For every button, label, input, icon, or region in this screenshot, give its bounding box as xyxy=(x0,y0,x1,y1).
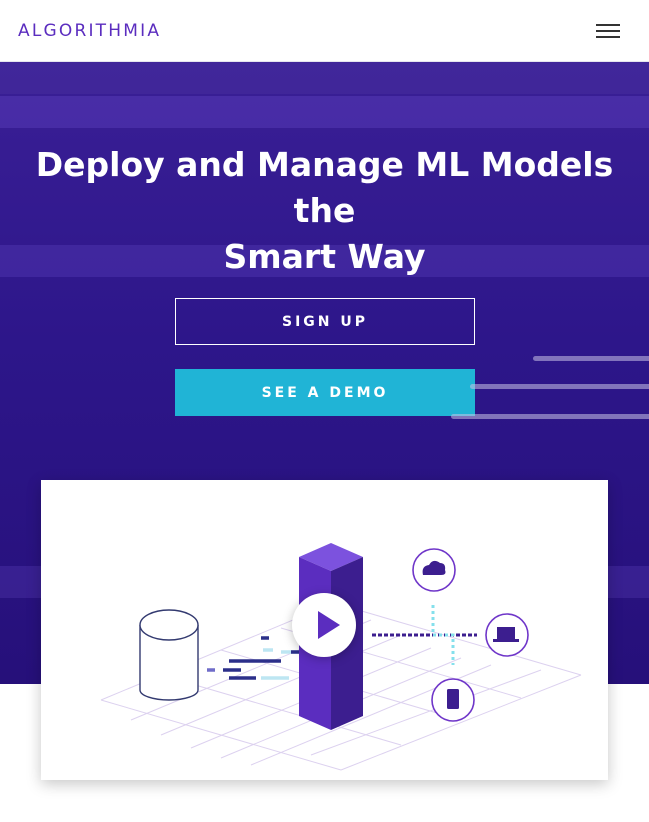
brand-logo[interactable]: ALGORITHMIA xyxy=(18,21,161,41)
signup-button[interactable]: SIGN UP xyxy=(175,298,475,345)
decorative-stripe xyxy=(0,96,649,128)
hamburger-menu-icon[interactable] xyxy=(596,22,622,40)
phone-icon xyxy=(431,678,475,722)
hero-title: Deploy and Manage ML Models the Smart Wa… xyxy=(0,142,649,280)
decorative-line xyxy=(533,356,649,361)
laptop-icon xyxy=(485,613,529,657)
decorative-line xyxy=(451,414,649,419)
site-header: ALGORITHMIA xyxy=(0,0,649,62)
decorative-stripe xyxy=(0,62,649,94)
decorative-line xyxy=(470,384,649,389)
play-video-button[interactable] xyxy=(292,593,356,657)
hero-title-line1: Deploy and Manage ML Models the xyxy=(35,145,614,230)
database-icon xyxy=(139,609,199,701)
see-demo-button[interactable]: SEE A DEMO xyxy=(175,369,475,416)
hero-title-line2: Smart Way xyxy=(223,237,426,276)
cloud-icon xyxy=(412,548,456,592)
play-icon xyxy=(318,611,340,639)
